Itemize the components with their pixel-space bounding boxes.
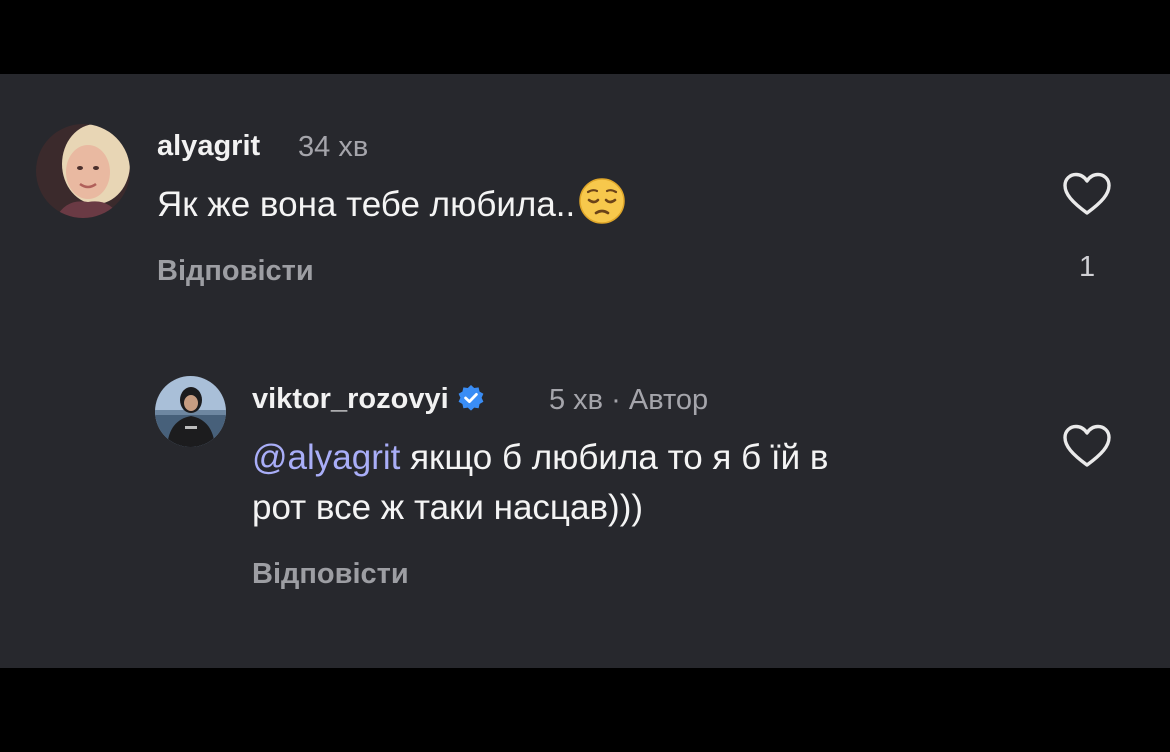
- username[interactable]: alyagrit: [157, 130, 260, 163]
- like-heart-icon[interactable]: [1062, 424, 1112, 473]
- comment-text: Як же вона тебе любила..: [157, 178, 626, 237]
- timestamp-author: 5 хв · Автор: [549, 384, 709, 416]
- username[interactable]: viktor_rozovyi: [252, 383, 491, 420]
- comments-panel: alyagrit 34 хв Як же вона тебе любила.. …: [0, 74, 1170, 668]
- like-count: 1: [1079, 251, 1096, 283]
- timestamp: 34 хв: [298, 131, 369, 163]
- like-heart-icon[interactable]: [1062, 172, 1112, 221]
- comment-body: Як же вона тебе любила..: [157, 185, 576, 224]
- reply-button[interactable]: Відповісти: [252, 558, 409, 591]
- avatar[interactable]: [155, 376, 226, 447]
- avatar[interactable]: [36, 124, 130, 218]
- reply-button[interactable]: Відповісти: [157, 255, 314, 288]
- comment-text-line2: рот все ж таки насцав))): [252, 488, 643, 527]
- username-text[interactable]: viktor_rozovyi: [252, 383, 449, 415]
- comment-text: @alyagrit якщо б любила то я б їй в: [252, 434, 828, 482]
- comment-body-line1: якщо б любила то я б їй в: [400, 438, 829, 477]
- pensive-face-icon: [579, 178, 626, 237]
- screenshot-frame: alyagrit 34 хв Як же вона тебе любила.. …: [0, 0, 1170, 752]
- verified-badge-icon: [457, 384, 485, 420]
- mention-link[interactable]: @alyagrit: [252, 438, 400, 477]
